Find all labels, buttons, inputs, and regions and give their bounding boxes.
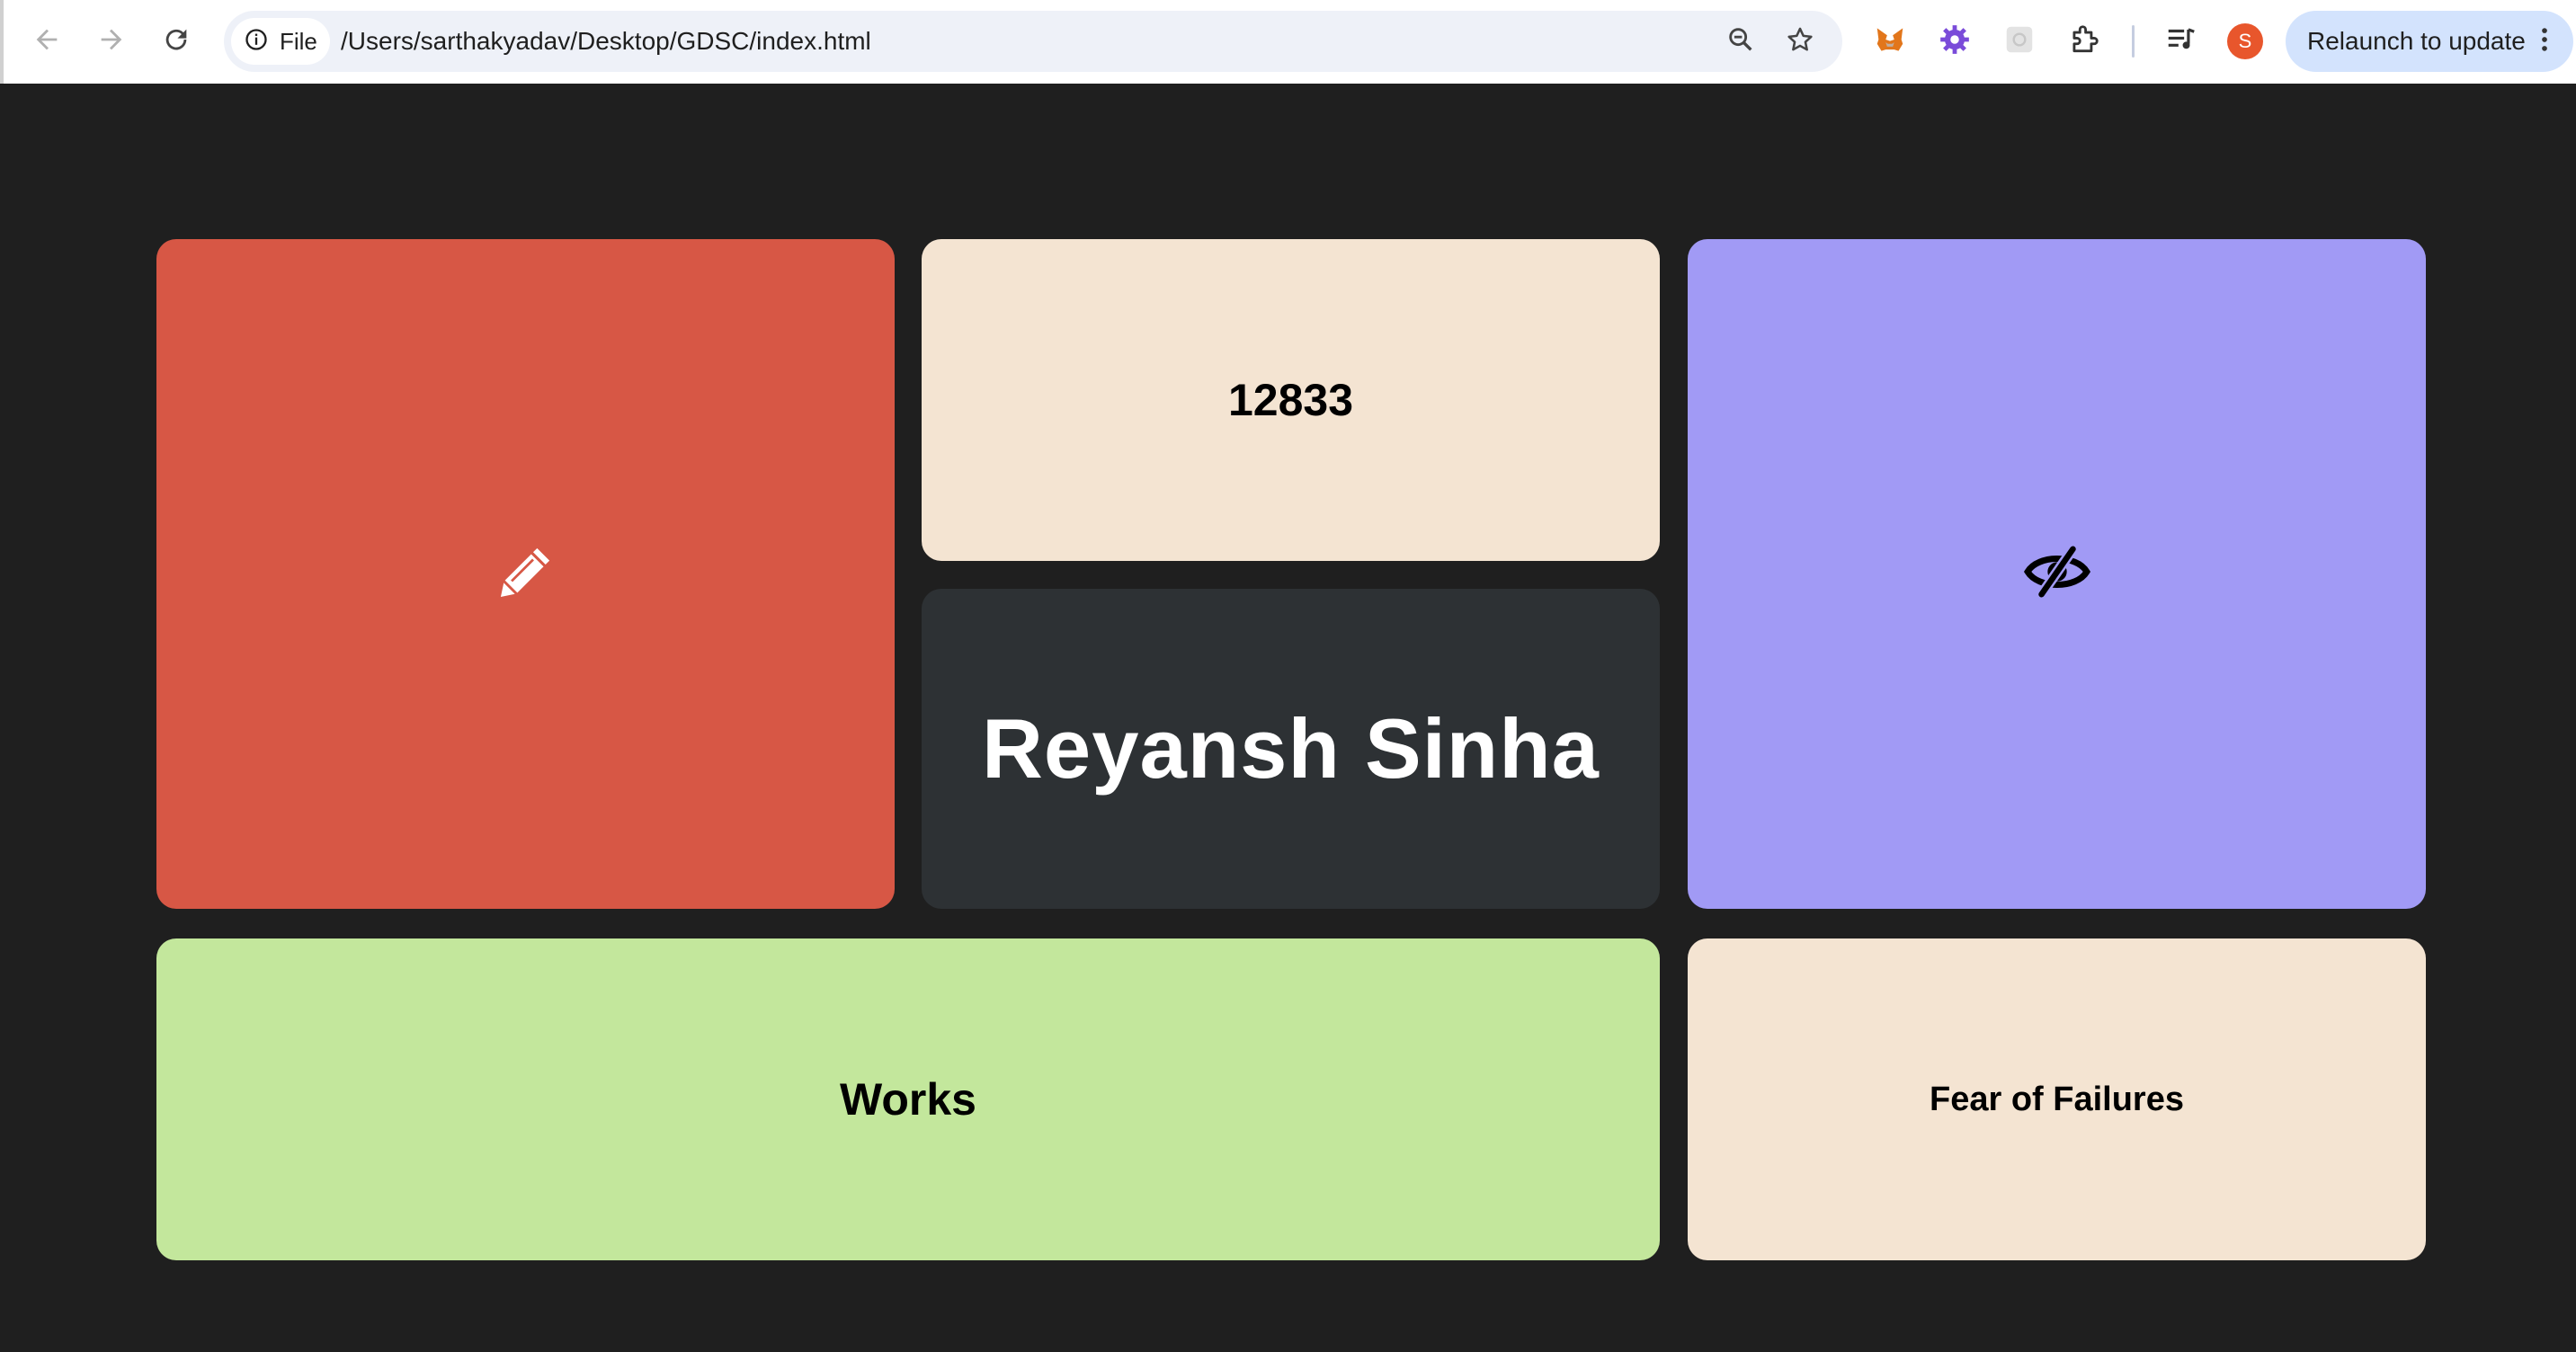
site-info-chip[interactable]: File — [231, 18, 330, 65]
number-card: 12833 — [922, 239, 1660, 561]
forward-button[interactable] — [90, 20, 133, 63]
media-queue-button[interactable] — [2162, 22, 2201, 61]
fear-label: Fear of Failures — [1930, 1080, 2184, 1118]
name-card: Reyansh Sinha — [922, 589, 1660, 909]
name-heading: Reyansh Sinha — [982, 701, 1600, 796]
back-icon — [31, 24, 62, 59]
extensions-puzzle-icon — [2067, 22, 2101, 61]
metamask-extension-button[interactable] — [1870, 22, 1910, 61]
works-card[interactable]: Works — [156, 938, 1660, 1260]
works-label: Works — [840, 1074, 976, 1125]
info-icon — [244, 27, 269, 57]
more-menu-icon — [2529, 24, 2560, 59]
eye-slash-icon — [2022, 544, 2092, 604]
grey-extension-button[interactable] — [2000, 22, 2039, 61]
fear-card[interactable]: Fear of Failures — [1688, 938, 2426, 1260]
forward-icon — [96, 24, 127, 59]
extensions-menu-button[interactable] — [2064, 22, 2104, 61]
site-info-label: File — [280, 27, 317, 55]
zoom-button[interactable] — [1723, 23, 1759, 59]
back-button[interactable] — [25, 20, 68, 63]
bookmark-button[interactable] — [1782, 23, 1818, 59]
page-content: 12833 Reyansh Sinha Works Fear of Failur… — [0, 84, 2576, 1352]
edit-card[interactable] — [156, 239, 895, 909]
browser-toolbar: File /Users/sarthakyadav/Desktop/GDSC/in… — [0, 0, 2576, 84]
url-text[interactable]: /Users/sarthakyadav/Desktop/GDSC/index.h… — [341, 11, 871, 72]
gear-extension-icon — [1938, 22, 1972, 61]
gear-extension-button[interactable] — [1935, 22, 1974, 61]
reload-icon — [161, 24, 192, 59]
relaunch-label: Relaunch to update — [2307, 27, 2526, 55]
extension-icon — [2002, 22, 2037, 61]
zoom-icon — [1725, 24, 1756, 59]
toolbar-separator — [2132, 25, 2135, 58]
metamask-fox-icon — [1873, 22, 1907, 61]
more-menu-button[interactable] — [2523, 20, 2566, 63]
media-queue-icon — [2164, 22, 2198, 61]
profile-avatar[interactable]: S — [2227, 23, 2263, 59]
reload-button[interactable] — [155, 20, 198, 63]
address-bar[interactable]: File /Users/sarthakyadav/Desktop/GDSC/in… — [224, 11, 1842, 72]
relaunch-button[interactable]: Relaunch to update — [2286, 11, 2573, 72]
bookmark-star-icon — [1785, 24, 1815, 59]
visibility-card[interactable] — [1688, 239, 2426, 909]
number-value: 12833 — [1227, 375, 1354, 425]
pencil-icon — [496, 542, 556, 606]
